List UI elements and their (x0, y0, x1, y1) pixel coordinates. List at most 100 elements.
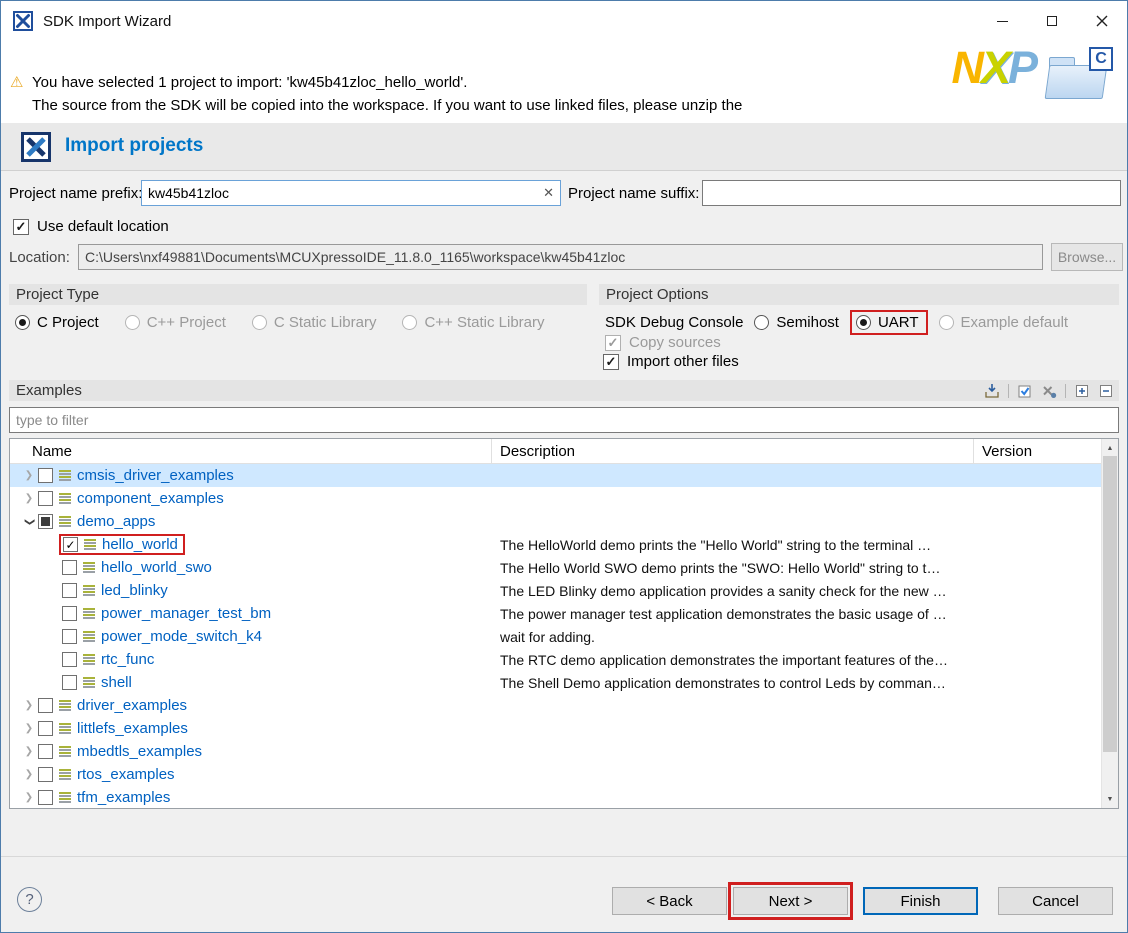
cancel-button[interactable]: Cancel (998, 887, 1113, 915)
deselect-all-icon[interactable] (1041, 383, 1057, 399)
example-item-label[interactable]: hello_world (102, 536, 178, 553)
row-checkbox[interactable] (62, 675, 77, 690)
finish-button[interactable]: Finish (863, 887, 978, 915)
import-archive-icon[interactable] (984, 383, 1000, 399)
next-button[interactable]: Next > (733, 887, 848, 915)
table-row[interactable]: ❯ component_examples (10, 487, 1101, 510)
scroll-down-icon[interactable]: ▼ (1102, 791, 1118, 807)
example-item-label[interactable]: rtc_func (101, 651, 154, 668)
radio-icon[interactable] (856, 315, 871, 330)
minimize-button[interactable] (977, 1, 1027, 41)
row-checkbox[interactable] (38, 698, 53, 713)
chevron-collapsed-icon[interactable]: ❯ (20, 701, 38, 711)
use-default-location-checkbox[interactable] (13, 219, 29, 235)
table-row[interactable]: ❯ rtos_examples (10, 763, 1101, 786)
row-checkbox[interactable] (62, 560, 77, 575)
table-row[interactable]: ❯ tfm_examples (10, 786, 1101, 808)
import-other-files-row[interactable]: Import other files (603, 353, 739, 370)
column-header-name[interactable]: Name (10, 439, 492, 463)
row-name-cell: ✓ hello_world (10, 533, 492, 556)
radio-uart[interactable]: UART (850, 310, 928, 335)
radio-icon[interactable] (15, 315, 30, 330)
table-row[interactable]: rtc_funcThe RTC demo application demonst… (10, 648, 1101, 671)
example-item-label[interactable]: cmsis_driver_examples (77, 467, 234, 484)
example-item-label[interactable]: rtos_examples (77, 766, 175, 783)
table-row[interactable]: led_blinkyThe LED Blinky demo applicatio… (10, 579, 1101, 602)
table-row[interactable]: ❯ demo_apps (10, 510, 1101, 533)
radio-icon[interactable] (939, 315, 954, 330)
radio-c-project[interactable]: C++ Project (125, 314, 226, 331)
row-checkbox[interactable] (38, 721, 53, 736)
row-checkbox[interactable] (38, 491, 53, 506)
chevron-collapsed-icon[interactable]: ❯ (20, 494, 38, 504)
project-name-suffix-input[interactable] (702, 180, 1121, 206)
expand-all-icon[interactable] (1074, 383, 1090, 399)
radio-icon[interactable] (125, 315, 140, 330)
radio-c-static-library[interactable]: C++ Static Library (402, 314, 544, 331)
example-item-label[interactable]: mbedtls_examples (77, 743, 202, 760)
table-row[interactable]: ❯ driver_examples (10, 694, 1101, 717)
clear-prefix-icon[interactable]: ✕ (543, 185, 554, 201)
chevron-collapsed-icon[interactable]: ❯ (20, 770, 38, 780)
radio-icon[interactable] (754, 315, 769, 330)
browse-button[interactable]: Browse... (1051, 243, 1123, 271)
filter-input[interactable] (9, 407, 1119, 433)
example-item-label[interactable]: shell (101, 674, 132, 691)
scroll-up-icon[interactable]: ▲ (1102, 440, 1118, 456)
example-item-label[interactable]: hello_world_swo (101, 559, 212, 576)
nxp-letter-p: P (1008, 42, 1035, 93)
example-item-label[interactable]: demo_apps (77, 513, 155, 530)
row-checkbox[interactable] (62, 629, 77, 644)
scrollbar-thumb[interactable] (1103, 456, 1117, 752)
use-default-location-row[interactable]: Use default location (13, 218, 169, 235)
example-item-label[interactable]: tfm_examples (77, 789, 170, 806)
radio-example-default[interactable]: Example default (939, 314, 1069, 331)
table-row[interactable]: ❯ littlefs_examples (10, 717, 1101, 740)
table-row[interactable]: ❯ cmsis_driver_examples (10, 464, 1101, 487)
row-checkbox[interactable] (38, 744, 53, 759)
example-item-label[interactable]: led_blinky (101, 582, 168, 599)
table-row[interactable]: power_manager_test_bmThe power manager t… (10, 602, 1101, 625)
radio-c-static-library[interactable]: C Static Library (252, 314, 377, 331)
row-checkbox[interactable] (38, 514, 53, 529)
row-checkbox[interactable] (38, 767, 53, 782)
table-row[interactable]: shellThe Shell Demo application demonstr… (10, 671, 1101, 694)
chevron-expanded-icon[interactable]: ❯ (20, 517, 38, 527)
close-button[interactable] (1077, 1, 1127, 41)
row-checkbox[interactable] (38, 468, 53, 483)
radio-c-project[interactable]: C Project (15, 314, 99, 331)
column-header-version[interactable]: Version (974, 439, 1101, 463)
row-checkbox[interactable] (38, 790, 53, 805)
row-checkbox[interactable]: ✓ (63, 537, 78, 552)
back-button[interactable]: < Back (612, 887, 727, 915)
select-all-icon[interactable] (1017, 383, 1033, 399)
example-item-label[interactable]: driver_examples (77, 697, 187, 714)
vertical-scrollbar[interactable]: ▲ ▼ (1101, 439, 1118, 808)
row-checkbox[interactable] (62, 652, 77, 667)
row-checkbox[interactable] (62, 583, 77, 598)
help-button[interactable]: ? (17, 887, 42, 912)
chevron-collapsed-icon[interactable]: ❯ (20, 471, 38, 481)
example-item-label[interactable]: component_examples (77, 490, 224, 507)
example-item-label[interactable]: power_mode_switch_k4 (101, 628, 262, 645)
chevron-collapsed-icon[interactable]: ❯ (20, 724, 38, 734)
table-row[interactable]: ❯ mbedtls_examples (10, 740, 1101, 763)
warning-message-line1: You have selected 1 project to import: '… (32, 74, 467, 91)
chevron-collapsed-icon[interactable]: ❯ (20, 793, 38, 803)
example-item-label[interactable]: power_manager_test_bm (101, 605, 271, 622)
row-description: The Hello World SWO demo prints the "SWO… (492, 560, 974, 576)
radio-semihost[interactable]: Semihost (754, 314, 839, 331)
import-other-files-checkbox[interactable] (603, 354, 619, 370)
table-row[interactable]: hello_world_swo The Hello World SWO demo … (10, 556, 1101, 579)
radio-icon[interactable] (402, 315, 417, 330)
example-item-label[interactable]: littlefs_examples (77, 720, 188, 737)
table-row[interactable]: power_mode_switch_k4wait for adding. (10, 625, 1101, 648)
table-row[interactable]: ✓hello_worldThe HelloWorld demo prints t… (10, 533, 1101, 556)
project-name-prefix-input[interactable] (141, 180, 561, 206)
collapse-all-icon[interactable] (1098, 383, 1114, 399)
radio-icon[interactable] (252, 315, 267, 330)
row-checkbox[interactable] (62, 606, 77, 621)
chevron-collapsed-icon[interactable]: ❯ (20, 747, 38, 757)
column-header-description[interactable]: Description (492, 439, 974, 463)
maximize-button[interactable] (1027, 1, 1077, 41)
